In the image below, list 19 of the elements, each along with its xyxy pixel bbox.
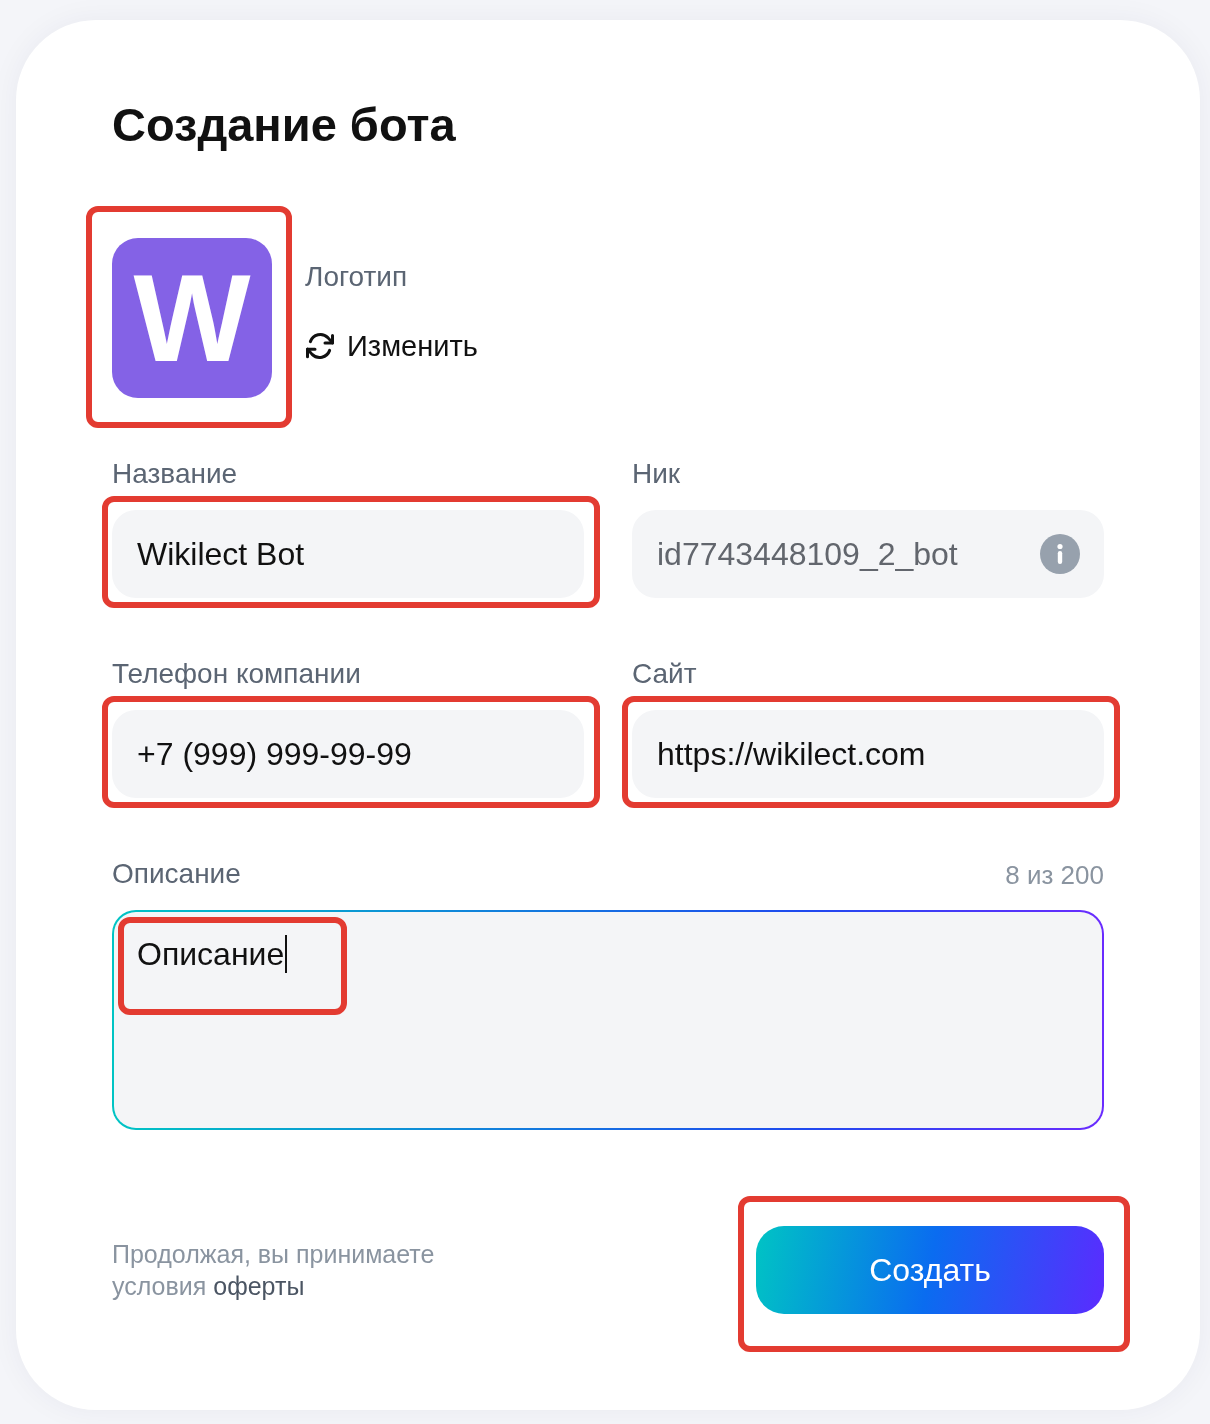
input-field[interactable]: +7 (999) 999-99-99 [112, 710, 584, 798]
input-field[interactable]: https://wikilect.com [632, 710, 1104, 798]
input-field[interactable]: Wikilect Bot [112, 510, 584, 598]
field-label: Сайт [632, 658, 698, 690]
refresh-icon [305, 331, 335, 361]
field-label: Ник [632, 458, 682, 490]
offer-link[interactable]: оферты [213, 1272, 305, 1300]
logo-tile: W [112, 238, 272, 398]
logo-label: Логотип [305, 261, 408, 293]
consent-text: Продолжая, вы принимаете условия оферты [112, 1239, 436, 1302]
text-cursor [285, 935, 288, 973]
page-title: Создание бота [112, 98, 457, 152]
create-button[interactable]: Создать [756, 1226, 1104, 1314]
field-label: Телефон компании [112, 658, 362, 690]
field-label: Название [112, 458, 239, 490]
change-logo-button[interactable]: Изменить [305, 328, 478, 364]
character-counter: 8 из 200 [1005, 860, 1104, 890]
textarea-field[interactable]: Описание [112, 910, 1104, 1130]
field-label: Описание [112, 858, 241, 890]
